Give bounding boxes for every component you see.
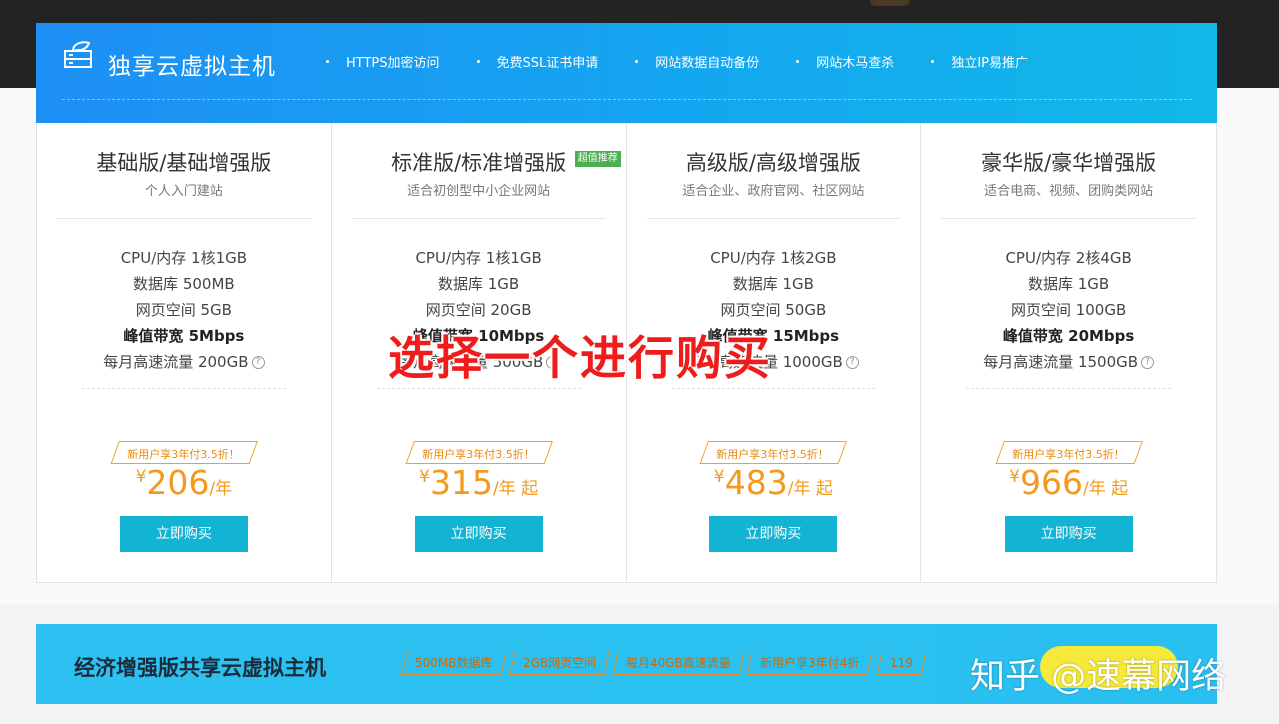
product-banner: 独享云虚拟主机 HTTPS加密访问 免费SSL证书申请 网站数据自动备份 网站木… bbox=[36, 23, 1217, 123]
plan-divider bbox=[941, 218, 1196, 219]
feature-item: 独立IP易推广 bbox=[931, 52, 1028, 71]
spec-divider bbox=[966, 388, 1171, 389]
spec-bandwidth: 峰值带宽 20Mbps bbox=[1002, 327, 1135, 345]
header-glow bbox=[870, 0, 910, 6]
feature-item: 网站数据自动备份 bbox=[635, 52, 759, 71]
economy-tag: 119 bbox=[876, 651, 927, 675]
economy-tags: 500MB数据库 2GB网页空间 每月40GB高速流量 新用户享3年付4折 11… bbox=[401, 651, 932, 675]
plan-divider bbox=[646, 218, 901, 219]
feature-list: HTTPS加密访问 免费SSL证书申请 网站数据自动备份 网站木马查杀 独立IP… bbox=[326, 52, 1085, 71]
spec-database: 数据库 500MB bbox=[133, 275, 235, 293]
currency-symbol: ¥ bbox=[135, 467, 147, 487]
spec-space: 网页空间 5GB bbox=[135, 301, 232, 319]
plan-subtitle: 适合企业、政府官网、社区网站 bbox=[682, 184, 865, 199]
help-icon[interactable]: ? bbox=[1141, 356, 1155, 369]
price-value: 206 bbox=[146, 463, 210, 502]
economy-title: 经济增强版共享云虚拟主机 bbox=[74, 656, 326, 680]
annotation-overlay: 选择一个进行购买 bbox=[388, 331, 772, 385]
spec-cpu: CPU/内存 1核1GB bbox=[120, 249, 248, 267]
plan-name: 基础版/基础增强版 bbox=[96, 151, 272, 175]
plan-name: 高级版/高级增强版 bbox=[685, 151, 861, 175]
spec-space: 网页空间 20GB bbox=[425, 301, 532, 319]
promo-badge: 新用户享3年付3.5折！ bbox=[699, 441, 847, 464]
price: ¥315/年 起 bbox=[332, 463, 626, 502]
promo-text: 新用户享3年付3.5折！ bbox=[1011, 448, 1125, 461]
economy-tag: 新用户享3年付4折 bbox=[746, 651, 874, 675]
plan-name-text: 标准版/标准增强版 bbox=[391, 151, 567, 175]
plan-subtitle: 适合电商、视频、团购类网站 bbox=[984, 184, 1154, 199]
help-icon[interactable]: ? bbox=[251, 356, 265, 369]
spec-cpu: CPU/内存 1核1GB bbox=[415, 249, 542, 267]
economy-tag-text: 2GB网页空间 bbox=[522, 656, 596, 670]
spec-database: 数据库 1GB bbox=[438, 275, 520, 293]
price-value: 483 bbox=[724, 463, 788, 502]
spec-divider bbox=[671, 388, 876, 389]
price: ¥966/年 起 bbox=[921, 463, 1216, 502]
spec-database: 数据库 1GB bbox=[1028, 275, 1110, 293]
plan-divider bbox=[351, 218, 606, 219]
leaf-server-icon bbox=[64, 41, 92, 68]
spec-database: 数据库 1GB bbox=[732, 275, 814, 293]
plan-subtitle: 个人入门建站 bbox=[144, 184, 223, 199]
spec-list: CPU/内存 2核4GB 数据库 1GB 网页空间 100GB 峰值带宽 20M… bbox=[921, 245, 1216, 375]
buy-button[interactable]: 立即购买 bbox=[414, 516, 543, 552]
feature-item: HTTPS加密访问 bbox=[326, 52, 440, 71]
plan-card-deluxe: 豪华版/豪华增强版 适合电商、视频、团购类网站 CPU/内存 2核4GB 数据库… bbox=[921, 123, 1216, 582]
feature-item: 免费SSL证书申请 bbox=[476, 52, 598, 71]
spec-traffic: 每月高速流量 200GB? bbox=[37, 349, 331, 375]
price: ¥206/年 bbox=[37, 463, 331, 502]
spec-bandwidth: 峰值带宽 5Mbps bbox=[123, 327, 245, 345]
spec-divider bbox=[82, 388, 286, 389]
spec-space: 网页空间 100GB bbox=[1010, 301, 1127, 319]
spec-traffic: 每月高速流量 1500GB? bbox=[921, 349, 1216, 375]
buy-button[interactable]: 立即购买 bbox=[119, 516, 248, 552]
banner-title: 独享云虚拟主机 bbox=[108, 54, 276, 80]
price-unit: /年 起 bbox=[787, 479, 833, 499]
plan-name: 豪华版/豪华增强版 bbox=[981, 151, 1157, 175]
spec-traffic-text: 每月高速流量 1500GB bbox=[983, 353, 1139, 371]
buy-button[interactable]: 立即购买 bbox=[709, 516, 838, 552]
promo-text: 新用户享3年付3.5折！ bbox=[127, 448, 240, 461]
plan-card-basic: 基础版/基础增强版 个人入门建站 CPU/内存 1核1GB 数据库 500MB … bbox=[37, 123, 332, 582]
economy-tag: 每月40GB高速流量 bbox=[612, 651, 745, 675]
spec-traffic-text: 每月高速流量 200GB bbox=[103, 353, 249, 371]
buy-button[interactable]: 立即购买 bbox=[1004, 516, 1133, 552]
promo-badge: 新用户享3年付3.5折！ bbox=[405, 441, 553, 464]
recommend-badge: 超值推荐 bbox=[574, 151, 621, 167]
spec-space: 网页空间 50GB bbox=[720, 301, 827, 319]
economy-tag-text: 新用户享3年付4折 bbox=[760, 656, 860, 670]
price-unit: /年 bbox=[209, 479, 233, 499]
spec-divider bbox=[376, 388, 581, 389]
plan-divider bbox=[57, 218, 311, 219]
banner-divider bbox=[62, 99, 1192, 100]
plan-subtitle: 适合初创型中小企业网站 bbox=[407, 184, 551, 199]
spec-cpu: CPU/内存 1核2GB bbox=[710, 249, 837, 267]
price: ¥483/年 起 bbox=[627, 463, 921, 502]
promo-text: 新用户享3年付3.5折！ bbox=[716, 448, 830, 461]
promo-text: 新用户享3年付3.5折！ bbox=[421, 448, 535, 461]
plan-name: 标准版/标准增强版 超值推荐 bbox=[332, 147, 626, 177]
feature-item: 网站木马查杀 bbox=[796, 52, 894, 71]
currency-symbol: ¥ bbox=[713, 467, 725, 487]
currency-symbol: ¥ bbox=[419, 467, 430, 487]
economy-tag: 2GB网页空间 bbox=[508, 651, 610, 675]
price-unit: /年 起 bbox=[492, 479, 539, 499]
price-value: 315 bbox=[429, 463, 493, 502]
promo-badge: 新用户享3年付3.5折！ bbox=[110, 441, 258, 464]
economy-tag-text: 每月40GB高速流量 bbox=[625, 656, 731, 670]
economy-tag: 500MB数据库 bbox=[401, 651, 507, 675]
spec-cpu: CPU/内存 2核4GB bbox=[1005, 249, 1132, 267]
help-icon[interactable]: ? bbox=[845, 356, 859, 369]
price-unit: /年 起 bbox=[1082, 479, 1129, 499]
watermark: 知乎 @速幕网络 bbox=[970, 657, 1227, 697]
currency-symbol: ¥ bbox=[1009, 467, 1020, 487]
economy-tag-text: 119 bbox=[889, 656, 913, 670]
price-value: 966 bbox=[1019, 463, 1083, 502]
spec-list: CPU/内存 1核1GB 数据库 500MB 网页空间 5GB 峰值带宽 5Mb… bbox=[37, 245, 331, 375]
economy-tag-text: 500MB数据库 bbox=[415, 656, 493, 670]
promo-badge: 新用户享3年付3.5折！ bbox=[995, 441, 1143, 464]
